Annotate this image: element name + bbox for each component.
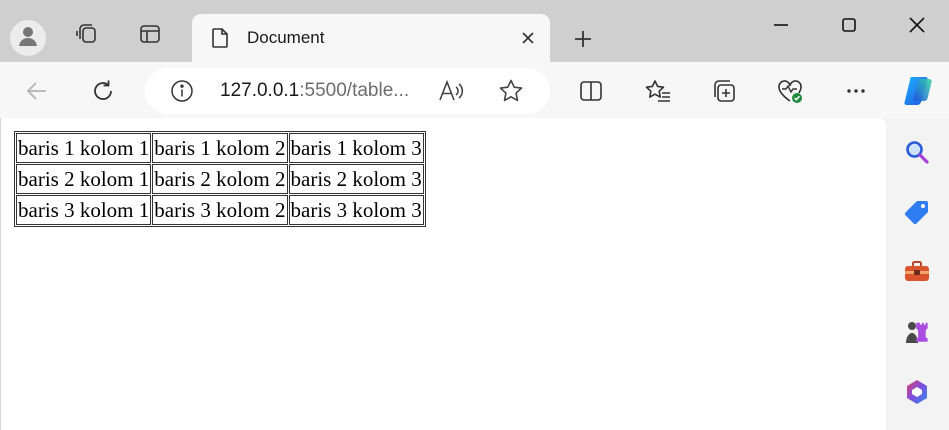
tab-actions-icon — [138, 22, 162, 51]
search-icon — [906, 141, 929, 164]
favorites-icon — [645, 80, 670, 102]
table-body: baris 1 kolom 1 baris 1 kolom 2 baris 1 ko… — [16, 133, 424, 225]
maximize-button[interactable] — [825, 8, 873, 42]
window-close-button[interactable] — [893, 8, 941, 42]
info-icon[interactable] — [170, 79, 194, 108]
address-bar[interactable]: 127.0.0.1:5500/table... — [145, 68, 550, 114]
refresh-icon — [94, 80, 112, 100]
shopping-tag-icon — [904, 201, 928, 225]
copilot-icon — [904, 77, 932, 105]
minimize-button[interactable] — [757, 8, 805, 42]
table-row: baris 1 kolom 1 baris 1 kolom 2 baris 1 ko… — [16, 133, 424, 163]
maximize-icon — [842, 18, 856, 32]
sidebar-search-button[interactable] — [899, 134, 935, 170]
table-cell: baris 3 kolom 3 — [288, 195, 424, 225]
more-button[interactable] — [838, 73, 874, 109]
tab-title: Document — [247, 28, 325, 47]
browser-window: Document 127.0.0.1:5500/table... baris 1… — [0, 0, 949, 430]
browser-essentials-icon — [778, 80, 802, 103]
table-cell: baris 1 kolom 1 — [16, 133, 152, 163]
page-content: baris 1 kolom 1 baris 1 kolom 2 baris 1 ko… — [0, 118, 886, 430]
favorite-star-icon[interactable] — [498, 78, 524, 109]
plus-icon — [575, 31, 591, 47]
sidebar-office-button[interactable] — [899, 374, 935, 410]
workspaces-button[interactable] — [70, 19, 104, 53]
copilot-button[interactable] — [899, 71, 939, 111]
sidebar-games-button[interactable] — [899, 314, 935, 350]
more-icon — [847, 89, 865, 93]
browser-essentials-button[interactable] — [772, 73, 808, 109]
edge-sidebar — [886, 118, 949, 430]
tools-icon — [905, 261, 929, 281]
collections-icon — [714, 80, 735, 102]
refresh-button[interactable] — [85, 73, 121, 109]
tab-document[interactable]: Document — [192, 14, 550, 62]
sidebar-shopping-button[interactable] — [899, 194, 935, 230]
url-host: 127.0.0.1 — [220, 80, 300, 101]
url-path: :5500/table... — [299, 80, 410, 101]
minimize-icon — [774, 24, 788, 26]
back-arrow-icon — [26, 82, 46, 100]
back-button[interactable] — [19, 73, 55, 109]
table-row: baris 3 kolom 1 baris 3 kolom 2 baris 3 ko… — [16, 195, 424, 225]
profile-avatar-icon — [16, 24, 40, 53]
table-cell: baris 3 kolom 1 — [16, 195, 152, 225]
toolbar: 127.0.0.1:5500/table... — [0, 62, 949, 118]
read-aloud-icon[interactable] — [437, 78, 465, 109]
tab-actions-button[interactable] — [133, 19, 167, 53]
data-table: baris 1 kolom 1 baris 1 kolom 2 baris 1 ko… — [14, 131, 426, 227]
table-cell: baris 1 kolom 3 — [288, 133, 424, 163]
table-cell: baris 2 kolom 3 — [288, 164, 424, 194]
collections-button[interactable] — [706, 73, 742, 109]
sidebar-tools-button[interactable] — [899, 254, 935, 290]
close-icon — [522, 32, 534, 44]
title-bar: Document — [0, 0, 949, 62]
games-icon — [906, 322, 928, 343]
table-cell: baris 1 kolom 2 — [152, 133, 288, 163]
favorites-button[interactable] — [640, 73, 676, 109]
workspaces-icon — [74, 21, 100, 52]
split-screen-icon — [580, 81, 602, 101]
office-icon — [907, 380, 927, 404]
profile-button[interactable] — [10, 20, 46, 56]
table-cell: baris 3 kolom 2 — [152, 195, 288, 225]
document-icon — [210, 27, 230, 54]
table-row: baris 2 kolom 1 baris 2 kolom 2 baris 2 ko… — [16, 164, 424, 194]
table-cell: baris 2 kolom 2 — [152, 164, 288, 194]
close-tab-button[interactable] — [516, 26, 540, 50]
window-close-icon — [909, 17, 925, 33]
table-cell: baris 2 kolom 1 — [16, 164, 152, 194]
split-screen-button[interactable] — [573, 73, 609, 109]
new-tab-button[interactable] — [566, 22, 600, 56]
url-text[interactable]: 127.0.0.1:5500/table... — [220, 80, 409, 102]
